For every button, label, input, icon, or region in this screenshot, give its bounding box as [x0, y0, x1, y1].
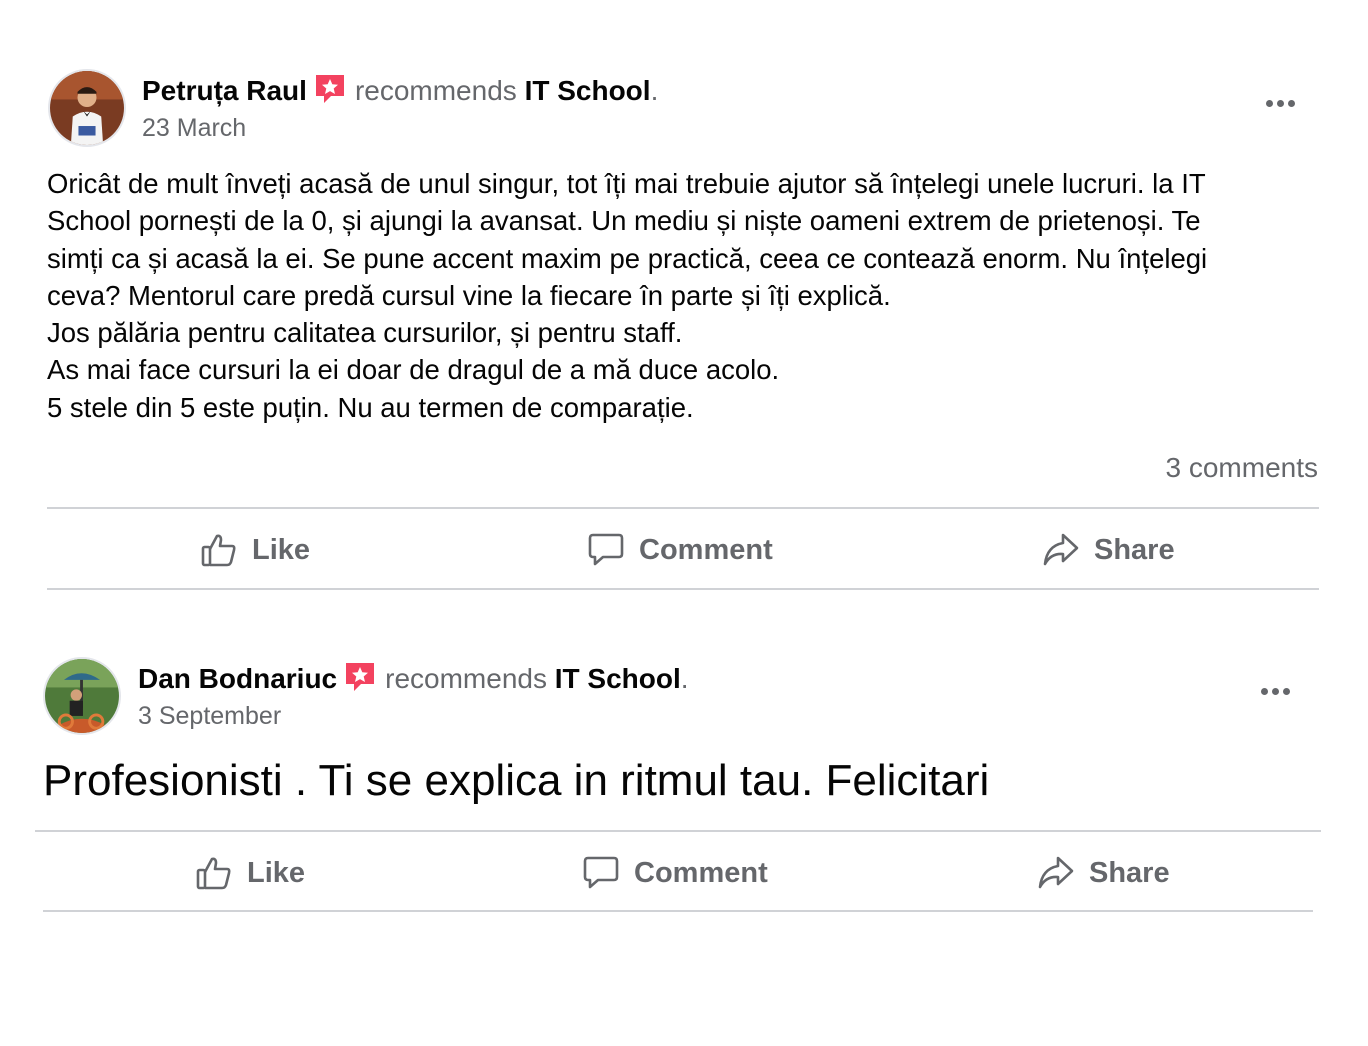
- body-line: Jos pălăria pentru calitatea cursurilor,…: [47, 317, 683, 349]
- post-date[interactable]: 23 March: [142, 114, 246, 143]
- body-line: simți ca și acasă la ei. Se pune accent …: [47, 242, 1208, 274]
- share-icon: [1037, 854, 1075, 892]
- recommend-badge-icon: [313, 72, 347, 106]
- like-button[interactable]: Like: [195, 851, 305, 895]
- share-button[interactable]: Share: [1037, 851, 1170, 895]
- more-options-icon[interactable]: [1261, 683, 1301, 703]
- post-header: Dan Bodnariuc recommends IT School.: [138, 660, 689, 696]
- comment-label: Comment: [634, 856, 768, 889]
- recommend-badge-icon: [343, 660, 377, 694]
- post-header: Petruța Raul recommends IT School.: [142, 72, 658, 108]
- like-label: Like: [252, 533, 311, 566]
- body-line: As mai face cursuri la ei doar de dragul…: [47, 354, 780, 386]
- body-line: 5 stele din 5 este puțin. Nu au termen d…: [47, 391, 694, 423]
- like-button[interactable]: Like: [200, 528, 310, 572]
- like-icon: [200, 531, 238, 569]
- post-body: Oricât de mult înveți acasă de unul sing…: [47, 165, 1207, 426]
- like-label: Like: [247, 856, 306, 889]
- header-period: .: [650, 75, 659, 106]
- divider: [47, 588, 1319, 590]
- avatar-photo: [45, 659, 119, 733]
- share-icon: [1042, 531, 1080, 569]
- divider: [43, 910, 1313, 912]
- recommends-text: recommends: [354, 75, 517, 106]
- header-period: .: [680, 663, 689, 694]
- avatar[interactable]: [48, 69, 126, 147]
- post-date[interactable]: 3 September: [138, 702, 281, 731]
- body-line: ceva? Mentorul care predă cursul vine la…: [47, 279, 891, 311]
- comment-icon: [587, 531, 625, 569]
- review-post-2: Dan Bodnariuc recommends IT School. 3 Sep…: [0, 600, 1368, 930]
- comment-button[interactable]: Comment: [582, 851, 768, 895]
- divider: [47, 507, 1319, 509]
- like-icon: [195, 854, 233, 892]
- body-line: Oricât de mult înveți acasă de unul sing…: [47, 168, 1206, 199]
- comment-icon: [582, 854, 620, 892]
- more-options-icon[interactable]: [1266, 95, 1306, 115]
- page-name-link[interactable]: IT School: [525, 75, 651, 106]
- author-name[interactable]: Petruța Raul: [142, 75, 307, 106]
- page-name-link[interactable]: IT School: [555, 663, 681, 694]
- comment-button[interactable]: Comment: [587, 528, 773, 572]
- recommends-text: recommends: [385, 663, 547, 694]
- share-button[interactable]: Share: [1042, 528, 1175, 572]
- avatar-photo: [50, 71, 124, 145]
- comments-count-link[interactable]: 3 comments: [1166, 452, 1319, 484]
- post-body: Profesionisti . Ti se explica in ritmul …: [43, 756, 990, 805]
- review-post-1: Petruța Raul recommends IT School. 23 Mar…: [0, 0, 1368, 600]
- author-name[interactable]: Dan Bodnariuc: [138, 663, 337, 694]
- divider: [35, 830, 1321, 832]
- share-label: Share: [1094, 533, 1175, 566]
- share-label: Share: [1089, 856, 1170, 889]
- avatar[interactable]: [43, 657, 121, 735]
- comment-label: Comment: [639, 533, 773, 566]
- body-line: School pornești de la 0, și ajungi la av…: [47, 205, 1201, 237]
